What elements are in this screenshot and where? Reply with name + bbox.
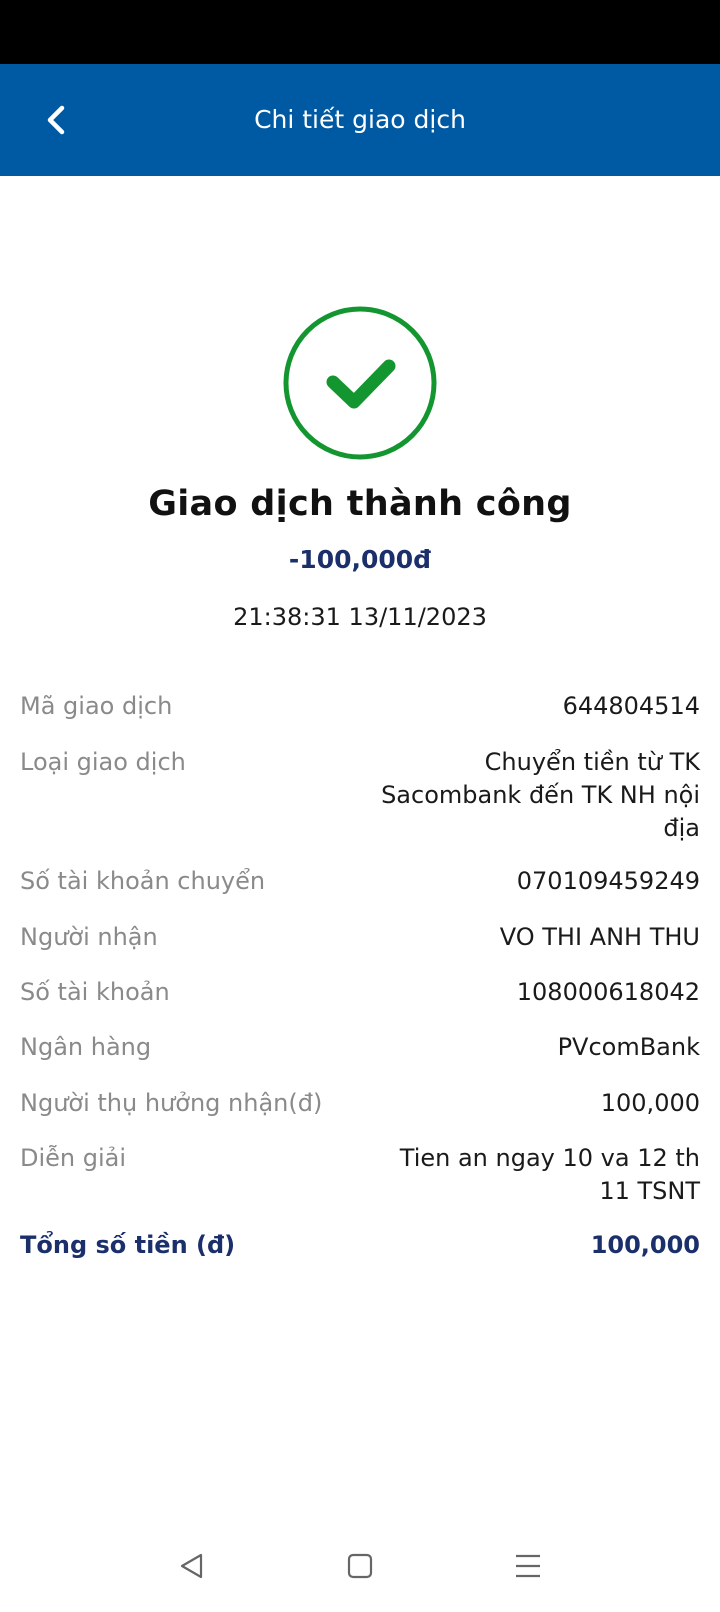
page-title: Chi tiết giao dịch [254, 105, 466, 134]
detail-value: 100,000 [600, 1089, 700, 1117]
detail-value: VO THI ANH THU [499, 923, 700, 951]
check-circle-icon [283, 306, 437, 460]
detail-label: Diễn giải [20, 1144, 127, 1172]
detail-label: Số tài khoản [20, 978, 170, 1006]
system-nav-bar [0, 1512, 720, 1612]
detail-label: Số tài khoản chuyển [20, 867, 266, 895]
detail-row-total: Tổng số tiền (đ) 100,000 [20, 1229, 700, 1262]
detail-value: 644804514 [562, 692, 700, 720]
status-bar [0, 0, 720, 64]
detail-row-description: Diễn giải Tien an ngay 10 va 12 th 11 TS… [20, 1142, 700, 1208]
total-value: 100,000 [590, 1231, 700, 1259]
detail-row-recipient: Người nhận VO THI ANH THU [20, 921, 700, 954]
chevron-left-icon [47, 105, 65, 135]
detail-row-beneficiary-amount: Người thụ hưởng nhận(đ) 100,000 [20, 1087, 700, 1120]
square-home-icon [347, 1553, 373, 1579]
detail-label: Loại giao dịch [20, 748, 186, 776]
detail-row-account-number: Số tài khoản 108000618042 [20, 976, 700, 1009]
nav-back-button[interactable] [172, 1546, 212, 1586]
detail-row-transaction-id: Mã giao dịch 644804514 [20, 690, 700, 723]
triangle-back-icon [180, 1553, 203, 1579]
detail-label: Ngân hàng [20, 1033, 152, 1061]
nav-home-button[interactable] [340, 1546, 380, 1586]
back-button[interactable] [26, 84, 86, 156]
transaction-status: Giao dịch thành công [148, 484, 572, 524]
detail-label: Mã giao dịch [20, 692, 173, 720]
detail-row-transaction-type: Loại giao dịch Chuyển tiền từ TK Sacomba… [20, 746, 700, 845]
app-bar: Chi tiết giao dịch [0, 64, 720, 176]
detail-value: PVcomBank [557, 1033, 700, 1061]
transaction-datetime: 21:38:31 13/11/2023 [233, 603, 487, 631]
detail-row-bank: Ngân hàng PVcomBank [20, 1031, 700, 1064]
detail-value: 108000618042 [516, 978, 700, 1006]
menu-lines-icon [516, 1554, 540, 1578]
detail-value: Chuyển tiền từ TK Sacombank đến TK NH nộ… [381, 748, 700, 842]
transaction-amount: -100,000đ [288, 545, 432, 574]
nav-menu-button[interactable] [508, 1546, 548, 1586]
detail-value: 070109459249 [516, 867, 700, 895]
detail-value: Tien an ngay 10 va 12 th 11 TSNT [399, 1144, 700, 1205]
detail-row-source-account: Số tài khoản chuyển 070109459249 [20, 865, 700, 898]
detail-label: Người nhận [20, 923, 158, 951]
total-label: Tổng số tiền (đ) [20, 1231, 236, 1259]
detail-label: Người thụ hưởng nhận(đ) [20, 1089, 323, 1117]
